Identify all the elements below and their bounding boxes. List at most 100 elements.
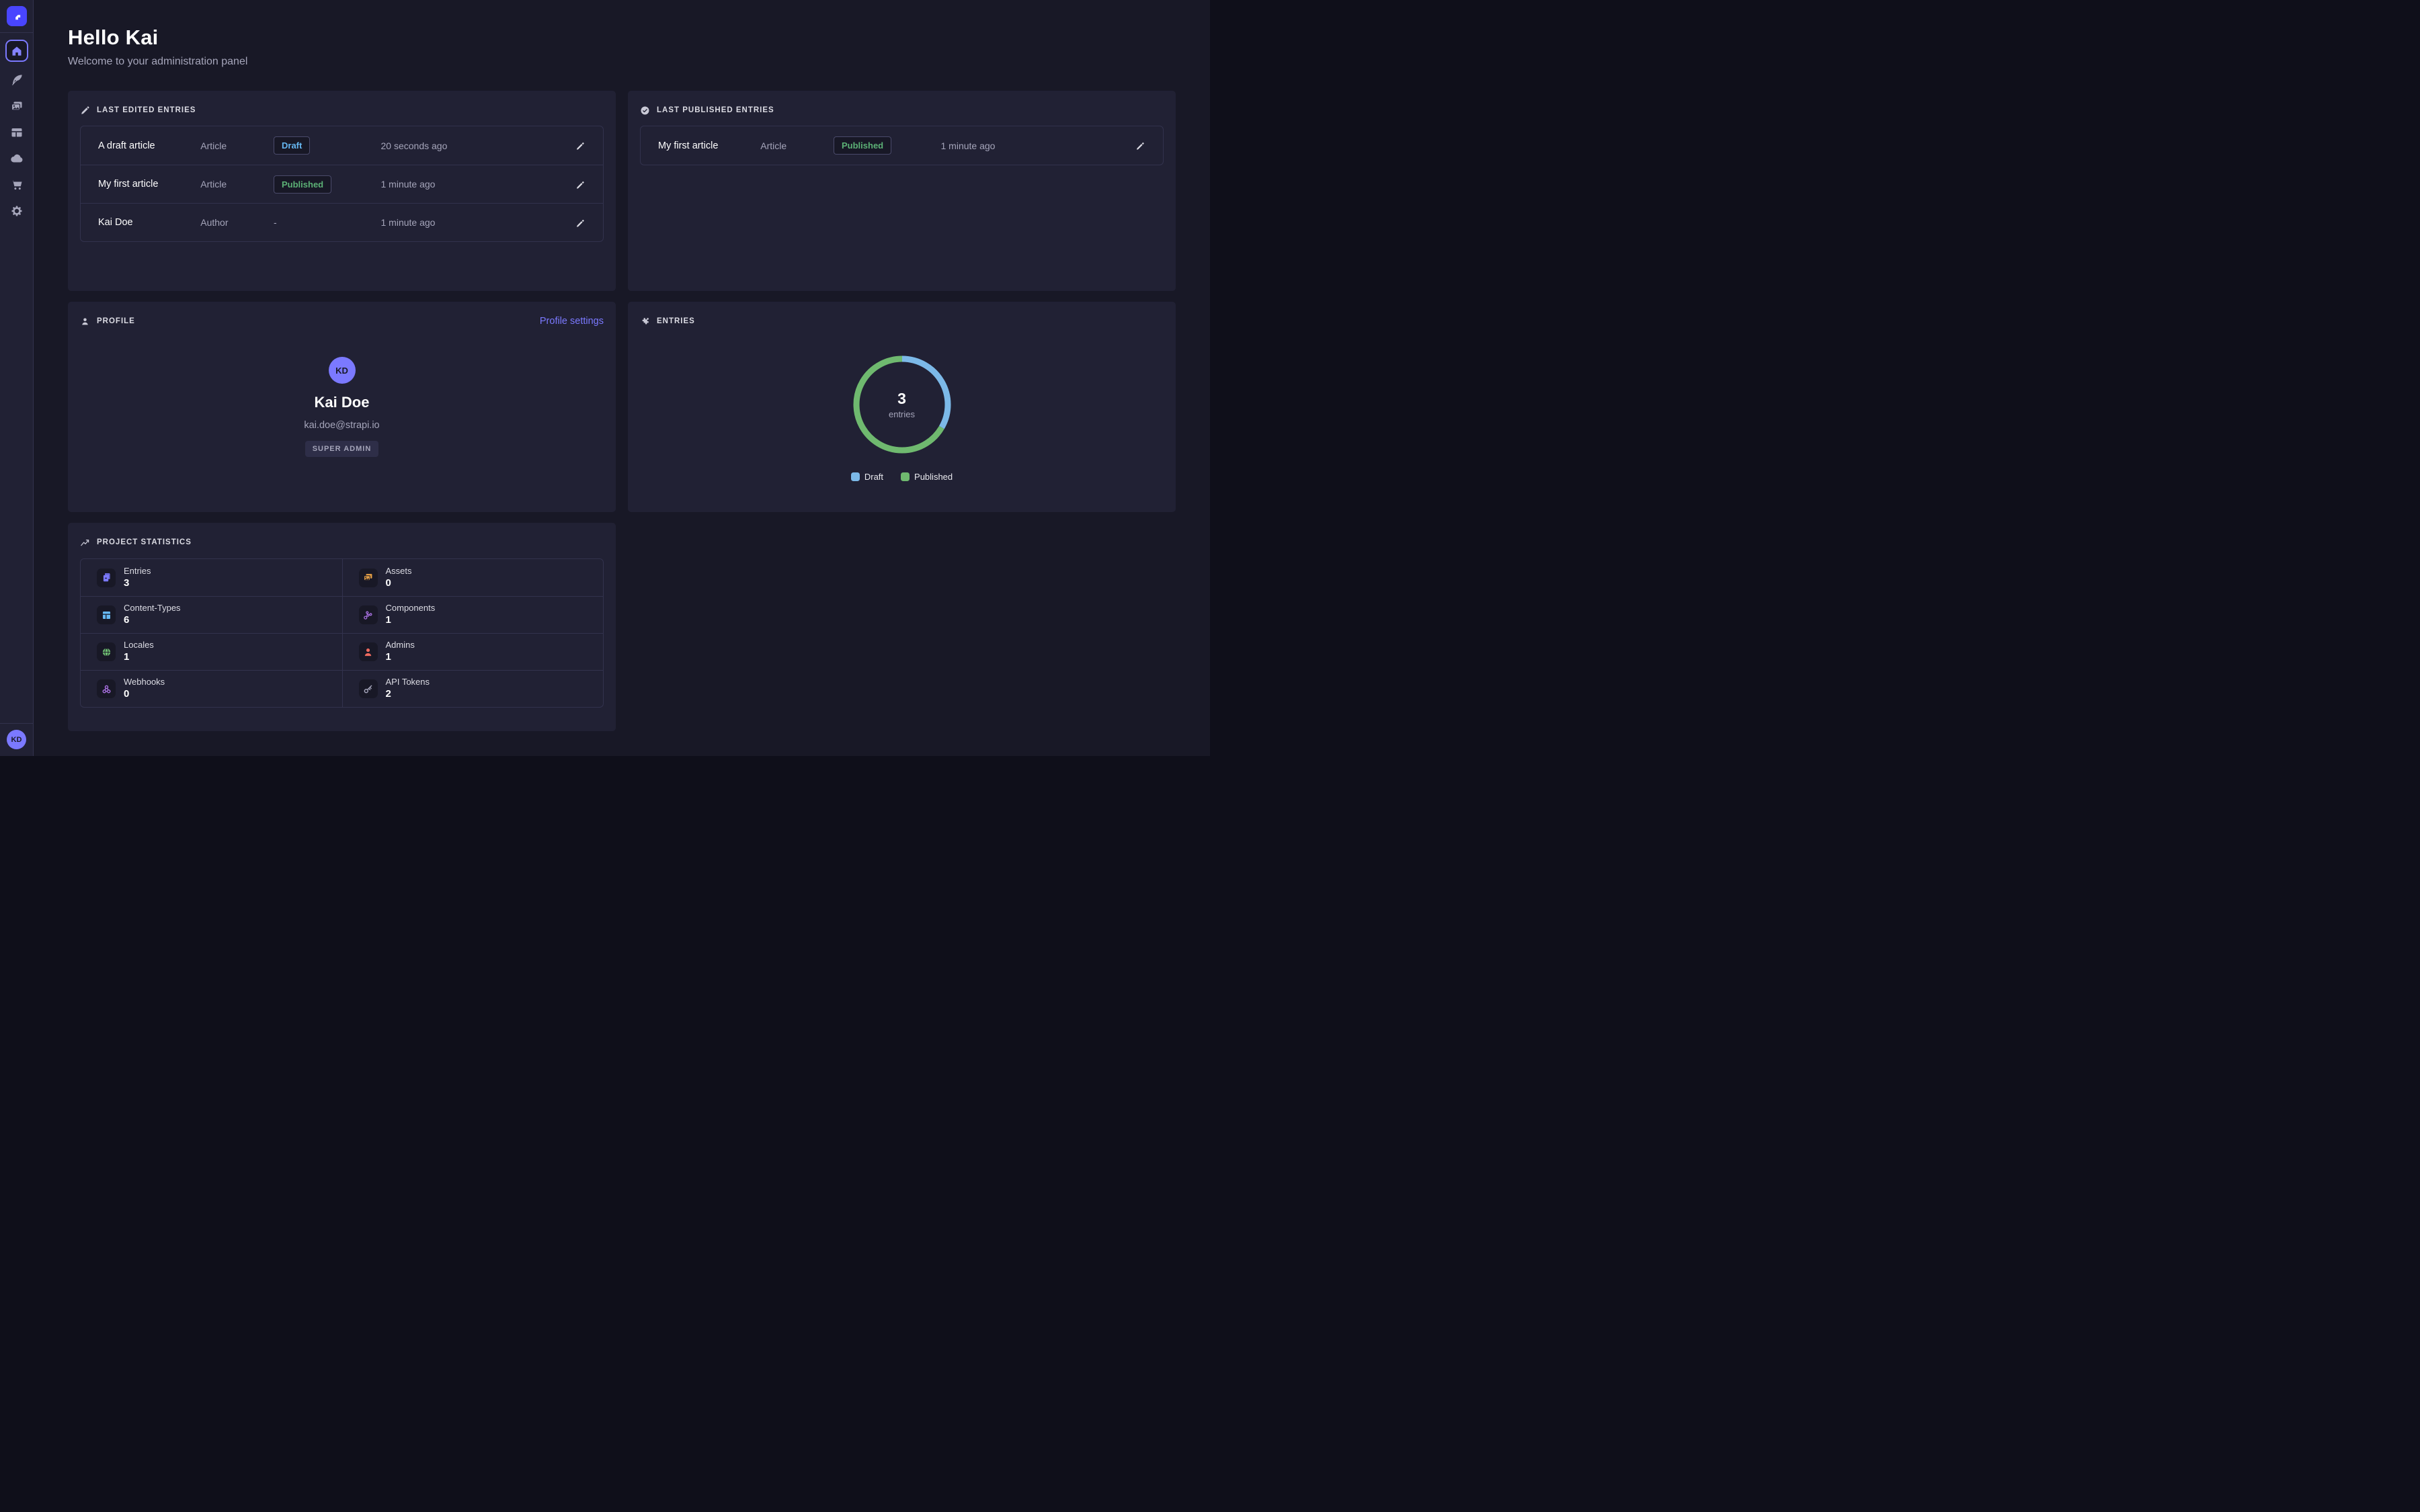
entry-type: Article <box>200 140 274 151</box>
sidebar-item-content-type-builder[interactable] <box>5 124 28 140</box>
entry-name: Kai Doe <box>98 217 200 228</box>
sidebar-item-home[interactable] <box>5 40 28 62</box>
entry-time: 1 minute ago <box>381 179 566 190</box>
card-title: LAST PUBLISHED ENTRIES <box>657 106 774 114</box>
strapi-logo[interactable] <box>7 6 27 26</box>
chart-legend: Draft Published <box>851 472 953 482</box>
stat-components: Components 1 <box>342 596 604 633</box>
stat-text: Content-Types 6 <box>124 603 181 627</box>
last-edited-table: A draft article Article Draft 20 seconds… <box>80 126 604 242</box>
cart-icon <box>10 178 24 192</box>
layout-icon <box>10 126 24 139</box>
images-icon <box>359 569 378 587</box>
edit-entry-button[interactable] <box>575 179 586 190</box>
sidebar-item-cloud[interactable] <box>5 151 28 167</box>
stat-api-tokens: API Tokens 2 <box>342 670 604 707</box>
home-icon <box>11 45 23 57</box>
sidebar: KD <box>0 0 34 756</box>
page-title: Hello Kai <box>68 26 1176 50</box>
last-published-table: My first article Article Published 1 min… <box>640 126 1164 165</box>
grid-spacer <box>628 523 1176 731</box>
entry-time: 20 seconds ago <box>381 140 566 151</box>
card-title: PROFILE <box>97 317 135 325</box>
profile-body: KD Kai Doe kai.doe@strapi.io SUPER ADMIN <box>80 329 604 457</box>
stat-text: Locales 1 <box>124 640 154 664</box>
donut-center: 3 entries <box>853 355 951 454</box>
edit-entry-button[interactable] <box>575 218 586 228</box>
card-title: LAST EDITED ENTRIES <box>97 106 196 114</box>
globe-icon <box>97 642 116 661</box>
check-circle-icon <box>640 106 650 116</box>
stat-text: Components 1 <box>386 603 436 627</box>
sidebar-item-media-library[interactable] <box>5 98 28 114</box>
webhook-icon <box>97 679 116 698</box>
sidebar-item-settings[interactable] <box>5 203 28 219</box>
strapi-admin-dashboard: KD Hello Kai Welcome to your administrat… <box>0 0 1210 756</box>
stat-webhooks: Webhooks 0 <box>81 670 342 707</box>
project-statistics-card: PROJECT STATISTICS Entries 3 <box>68 523 616 731</box>
key-icon <box>359 679 378 698</box>
role-badge: SUPER ADMIN <box>305 441 379 457</box>
edit-entry-button[interactable] <box>575 140 586 151</box>
pencil-icon <box>80 106 90 116</box>
table-row[interactable]: My first article Article Published 1 min… <box>81 165 603 203</box>
status-badge: Draft <box>274 136 310 155</box>
entry-time: 1 minute ago <box>381 217 566 228</box>
entry-status: Published <box>834 136 941 155</box>
entry-name: A draft article <box>98 140 200 151</box>
pencil-icon <box>1135 140 1145 151</box>
sidebar-header <box>0 0 33 33</box>
feather-icon <box>10 73 24 87</box>
profile-card: PROFILE Profile settings KD Kai Doe kai.… <box>68 302 616 512</box>
legend-item-draft: Draft <box>851 472 883 482</box>
profile-email: kai.doe@strapi.io <box>304 420 379 431</box>
entry-type: Author <box>200 217 274 228</box>
profile-name: Kai Doe <box>315 394 370 411</box>
profile-settings-link[interactable]: Profile settings <box>540 316 604 327</box>
entry-status: Draft <box>274 136 381 155</box>
stats-table: Entries 3 Assets 0 <box>80 558 604 708</box>
card-header: LAST EDITED ENTRIES <box>80 103 604 118</box>
sidebar-item-content-manager[interactable] <box>5 72 28 88</box>
dashboard-grid: LAST EDITED ENTRIES A draft article Arti… <box>68 91 1176 731</box>
entries-count: 3 <box>897 390 906 408</box>
entry-status: Published <box>274 175 381 194</box>
stat-admins: Admins 1 <box>342 633 604 670</box>
stat-text: API Tokens 2 <box>386 677 430 701</box>
file-icon <box>97 569 116 587</box>
status-badge: Published <box>834 136 891 155</box>
stat-text: Entries 3 <box>124 566 151 590</box>
entries-donut-chart: 3 entries <box>853 355 951 454</box>
layout-icon <box>97 605 116 624</box>
stat-text: Assets 0 <box>386 566 412 590</box>
sidebar-item-marketplace[interactable] <box>5 177 28 193</box>
stat-text: Admins 1 <box>386 640 415 664</box>
edit-entry-button[interactable] <box>1135 140 1145 151</box>
puzzle-icon <box>640 317 650 327</box>
main-content: Hello Kai Welcome to your administration… <box>34 0 1210 756</box>
entries-count-label: entries <box>889 409 915 419</box>
entries-chart-card: ENTRIES 3 entries <box>628 302 1176 512</box>
table-row[interactable]: My first article Article Published 1 min… <box>641 126 1163 165</box>
pencil-icon <box>575 218 586 228</box>
user-avatar[interactable]: KD <box>7 730 26 749</box>
stat-locales: Locales 1 <box>81 633 342 670</box>
entry-type: Article <box>760 140 834 151</box>
strapi-logo-icon <box>11 11 22 22</box>
person-icon <box>359 642 378 661</box>
entry-name: My first article <box>658 140 760 151</box>
cloud-icon <box>9 151 24 166</box>
stat-content-types: Content-Types 6 <box>81 596 342 633</box>
stat-text: Webhooks 0 <box>124 677 165 701</box>
sidebar-footer: KD <box>0 723 33 756</box>
legend-item-published: Published <box>901 472 953 482</box>
trend-up-icon <box>80 538 90 548</box>
entry-status: - <box>274 217 381 228</box>
pencil-icon <box>575 179 586 190</box>
pencil-icon <box>575 140 586 151</box>
card-header: LAST PUBLISHED ENTRIES <box>640 103 1164 118</box>
table-row[interactable]: Kai Doe Author - 1 minute ago <box>81 203 603 241</box>
table-row[interactable]: A draft article Article Draft 20 seconds… <box>81 126 603 165</box>
status-badge: Published <box>274 175 331 194</box>
sidebar-nav <box>5 40 28 219</box>
